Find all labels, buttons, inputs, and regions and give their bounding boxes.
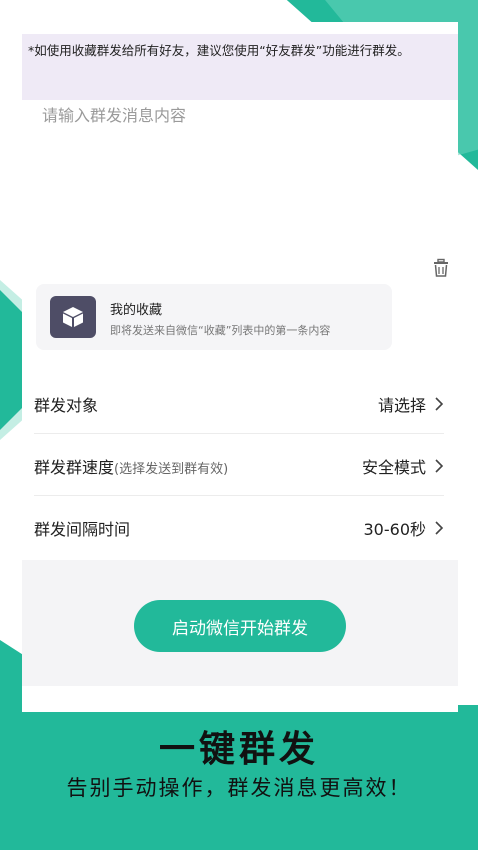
setting-label: 群发间隔时间 <box>34 520 131 539</box>
setting-value: 安全模式 <box>361 457 426 477</box>
setting-row-speed[interactable]: 群发群速度(选择发送到群有效) 安全模式 <box>34 436 444 496</box>
setting-value-wrap: 安全模式 <box>362 454 444 478</box>
setting-label-wrap: 群发群速度(选择发送到群有效) <box>34 454 228 478</box>
start-send-button[interactable]: 启动微信开始群发 <box>134 600 346 652</box>
cube-icon <box>50 296 96 338</box>
hero-title: 一键群发 <box>158 729 319 770</box>
setting-value-wrap: 请选择 <box>378 392 444 416</box>
chevron-right-icon <box>435 396 444 411</box>
action-area: 启动微信开始群发 <box>22 560 458 686</box>
setting-value-wrap: 30-60秒 <box>364 516 445 540</box>
favorite-card[interactable]: 我的收藏 即将发送来自微信“收藏”列表中的第一条内容 <box>36 284 392 350</box>
group-send-card: *如使用收藏群发给所有好友，建议您使用“好友群发”功能进行群发。 请输入群发消息… <box>22 22 458 712</box>
notice-text: *如使用收藏群发给所有好友，建议您使用“好友群发”功能进行群发。 <box>28 43 410 58</box>
message-input[interactable]: 请输入群发消息内容 <box>42 102 186 126</box>
favorite-title: 我的收藏 <box>110 303 163 318</box>
hero-subtitle: 告别手动操作，群发消息更高效！ <box>66 776 412 800</box>
setting-row-interval[interactable]: 群发间隔时间 30-60秒 <box>34 498 444 558</box>
setting-value: 请选择 <box>377 395 426 415</box>
settings-list: 群发对象 请选择 群发群速度(选择发送到群有效) 安全模式 群发间隔时间 30-… <box>22 374 458 560</box>
trash-icon[interactable] <box>430 257 452 279</box>
setting-value: 30-60秒 <box>363 520 427 539</box>
chevron-right-icon <box>435 521 444 535</box>
notice-banner: *如使用收藏群发给所有好友，建议您使用“好友群发”功能进行群发。 <box>22 34 458 100</box>
setting-label: 群发群速度 <box>34 457 115 477</box>
favorite-description: 即将发送来自微信“收藏”列表中的第一条内容 <box>110 324 331 337</box>
setting-label: 群发对象 <box>34 395 99 415</box>
setting-label-wrap: 群发对象 <box>34 392 98 416</box>
setting-row-target[interactable]: 群发对象 请选择 <box>34 374 444 434</box>
chevron-right-icon <box>435 458 444 473</box>
setting-label-wrap: 群发间隔时间 <box>34 516 130 540</box>
setting-hint: (选择发送到群有效) <box>114 461 229 477</box>
